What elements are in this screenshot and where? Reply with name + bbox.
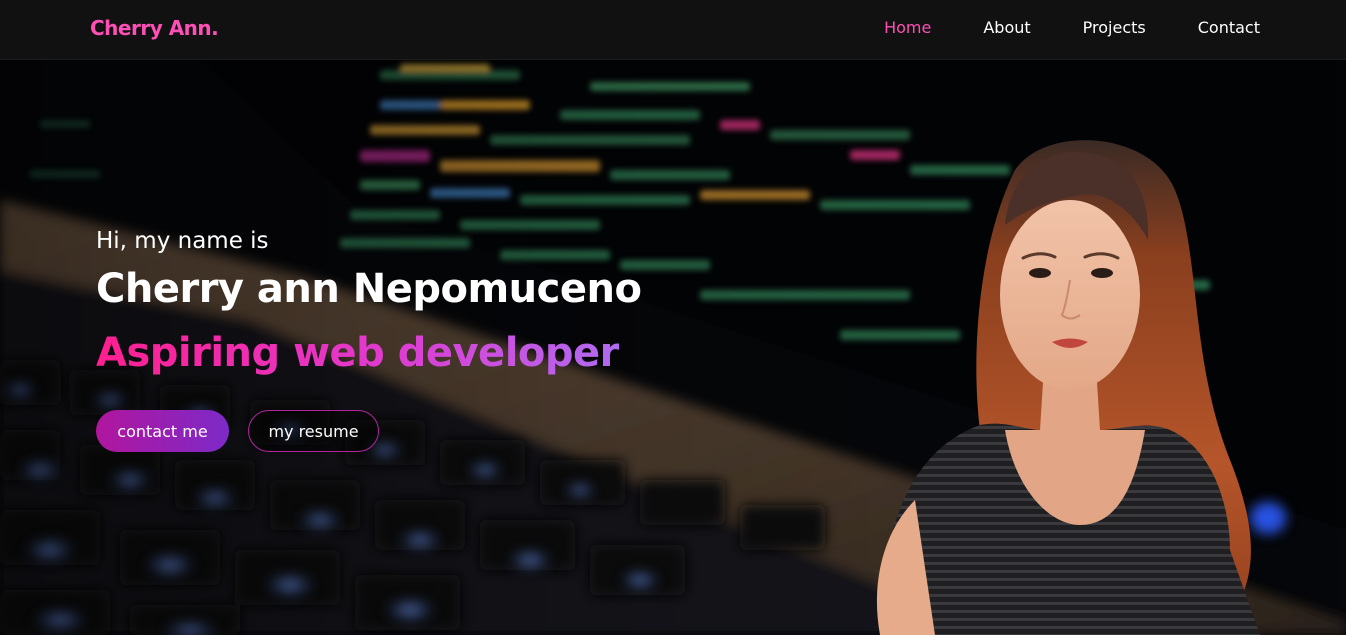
nav-link-home[interactable]: Home [884,18,931,37]
hero-button-row: contact me my resume [96,410,379,452]
profile-photo [876,140,1260,635]
nav-link-projects[interactable]: Projects [1083,18,1146,37]
nav-links: Home About Projects Contact [884,18,1260,37]
hero-intro-text: Hi, my name is [96,228,269,254]
hero-role-heading: Aspiring web developer [96,330,619,376]
contact-me-button[interactable]: contact me [96,410,229,452]
nav-link-contact[interactable]: Contact [1198,18,1260,37]
portfolio-page: Cherry Ann. Home About Projects Contact [0,0,1346,635]
brand-logo[interactable]: Cherry Ann. [90,16,219,40]
hero-name-heading: Cherry ann Nepomuceno [96,266,642,312]
my-resume-button[interactable]: my resume [248,410,379,452]
navbar: Cherry Ann. Home About Projects Contact [0,0,1346,60]
nav-link-about[interactable]: About [983,18,1030,37]
hero-section: Hi, my name is Cherry ann Nepomuceno Asp… [0,60,1346,635]
